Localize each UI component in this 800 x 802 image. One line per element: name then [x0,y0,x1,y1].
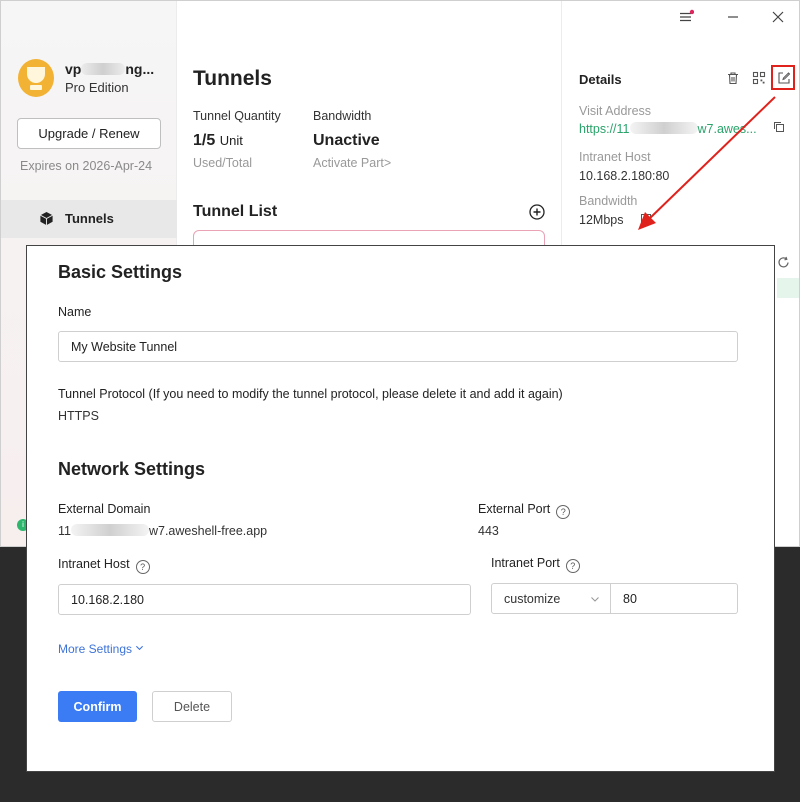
user-plan: Pro Edition [65,80,129,95]
intranet-port-label: Intranet Port? [491,556,580,573]
external-port-label: External Port? [478,502,571,519]
qr-code-icon[interactable] [752,71,766,85]
user-name-start: vp [65,61,82,77]
intranet-port-label-text: Intranet Port [491,556,560,570]
confirm-button[interactable]: Confirm [58,691,137,722]
sidebar-item-tunnels[interactable]: Tunnels [1,200,177,238]
help-icon[interactable]: ? [556,505,571,519]
intranet-host-label: Intranet Host? [58,557,150,574]
page-title: Tunnels [193,67,272,90]
tunnel-list-title: Tunnel List [193,203,278,220]
edit-icon-highlight [771,65,795,90]
refresh-icon[interactable] [777,256,790,269]
edit-bandwidth-icon[interactable] [640,213,652,225]
intranet-host-label-text: Intranet Host [58,557,130,571]
tunnel-protocol-label: Tunnel Protocol (If you need to modify t… [58,387,563,401]
close-icon[interactable] [770,9,786,25]
bandwidth-detail-value: 12Mbps [579,213,624,227]
external-port-label-text: External Port [478,502,551,516]
avatar [18,59,54,97]
external-domain-label: External Domain [58,502,151,516]
bandwidth-status: Unactive [313,132,380,149]
status-strip [777,278,799,298]
network-settings-title: Network Settings [58,459,206,479]
trash-icon[interactable] [726,71,740,85]
tunnel-protocol-value: HTTPS [58,409,99,423]
intranet-host-value: 10.168.2.180:80 [579,169,670,183]
add-circle-icon[interactable] [529,204,545,220]
intranet-port-input[interactable] [611,583,738,614]
redaction-blur [70,524,149,536]
help-icon[interactable]: ? [565,559,580,573]
redaction-blur [629,122,698,134]
edit-tunnel-dialog: Basic Settings Name Tunnel Protocol (If … [26,245,775,772]
tunnel-quantity-value: 1/5 Unit [193,132,243,150]
name-label: Name [58,305,92,319]
tunnel-quantity-label: Tunnel Quantity [193,109,281,123]
intranet-host-label: Intranet Host [579,150,651,164]
user-name: vp ng... [65,61,154,77]
copy-icon[interactable] [773,121,785,133]
sidebar-item-label: Tunnels [65,211,114,226]
upgrade-renew-button[interactable]: Upgrade / Renew [17,118,161,149]
visit-address-link[interactable]: https://11 w7.awes... [579,122,757,136]
visit-address-start: https://11 [579,122,630,136]
external-domain-value: 11 w7.aweshell-free.app [58,524,267,538]
delete-button[interactable]: Delete [152,691,232,722]
bandwidth-label: Bandwidth [313,109,372,123]
user-name-end: ng... [125,61,155,77]
menu-icon[interactable] [678,9,694,25]
expiry-date: Expires on 2026-Apr-24 [20,159,153,173]
intranet-host-input[interactable] [58,584,471,615]
basic-settings-title: Basic Settings [58,262,183,282]
activate-part-link[interactable]: Activate Part> [313,156,391,170]
quantity-unit: Unit [219,133,243,148]
cube-icon [40,211,53,226]
port-mode-select[interactable]: customize [491,583,611,614]
bandwidth-detail-label: Bandwidth [579,194,638,208]
quantity-number: 1/5 [193,132,216,149]
visit-address-end: w7.awes... [697,122,757,136]
details-title: Details [579,72,622,87]
tunnel-quantity-sub: Used/Total [193,156,253,170]
external-port-value: 443 [478,524,499,538]
external-domain-end: w7.aweshell-free.app [148,524,268,538]
port-mode-value: customize [504,592,561,606]
name-input[interactable] [58,331,738,362]
visit-address-label: Visit Address [579,104,652,118]
external-domain-start: 11 [58,524,71,538]
help-icon[interactable]: ? [135,560,150,574]
chevron-down-icon [136,645,144,651]
more-settings-label: More Settings [58,642,133,656]
minimize-icon[interactable] [725,9,741,25]
more-settings-toggle[interactable]: More Settings [58,642,144,656]
redaction-blur [81,63,126,75]
chevron-down-icon [591,597,599,602]
